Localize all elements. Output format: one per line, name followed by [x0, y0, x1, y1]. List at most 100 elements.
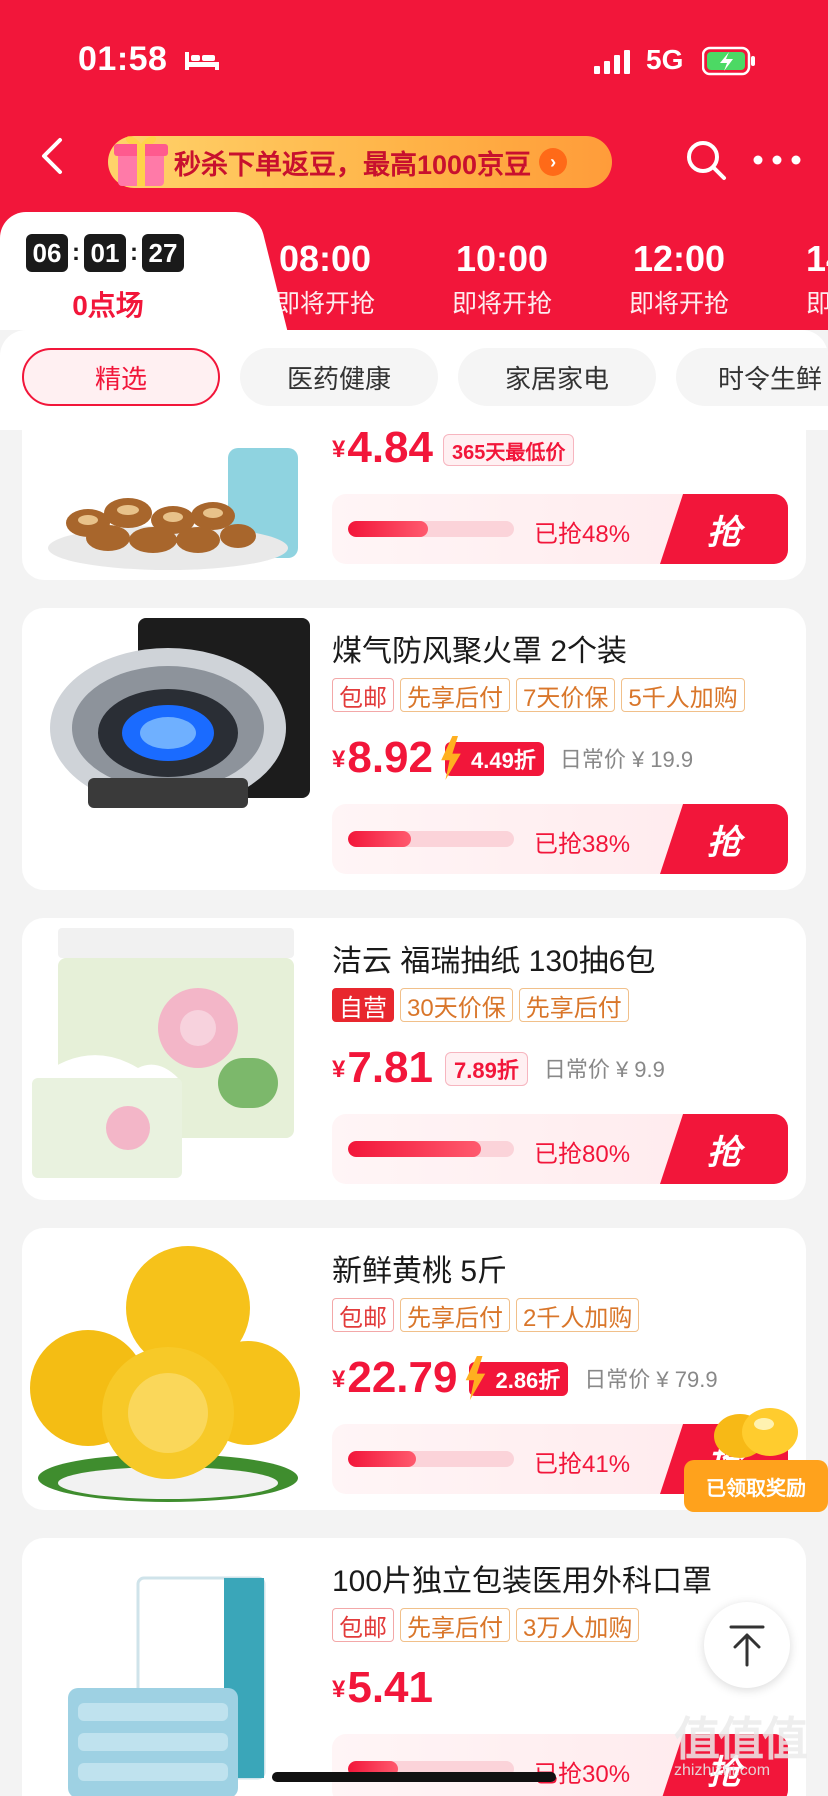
- grab-button[interactable]: 抢: [660, 494, 788, 564]
- back-icon[interactable]: [36, 136, 68, 176]
- progress-fill: [348, 1141, 481, 1157]
- sold-percent: 已抢38%: [534, 831, 631, 858]
- currency-symbol: ¥: [332, 1366, 346, 1393]
- session-status: 即将开抢: [451, 290, 552, 318]
- product-image-broad-beans: [48, 448, 298, 570]
- tag-free-shipping: 包邮: [332, 1298, 394, 1332]
- session-time: 08:00: [278, 238, 372, 279]
- product-tags: 包邮 先享后付 2千人加购: [332, 1298, 640, 1332]
- tag-price-protect: 30天价保: [400, 988, 513, 1022]
- product-list: ¥ 4.84 365天最低价 已抢48% 抢 煤气防风聚火罩 2个装 包邮 先享…: [0, 430, 828, 1796]
- category-chip-fresh[interactable]: 时令生鲜: [676, 348, 828, 406]
- product-image-gas-windshield: [50, 618, 310, 808]
- sales-progress: 已抢80% 抢: [332, 1114, 788, 1184]
- tab-session-1200[interactable]: 12:00 即将开抢: [604, 238, 754, 320]
- progress-track: [348, 1451, 514, 1467]
- category-chip-health[interactable]: 医药健康: [240, 348, 438, 406]
- tag-pay-later: 先享后付: [518, 988, 629, 1022]
- flash-price: 5.41: [347, 1663, 433, 1712]
- product-card[interactable]: ¥ 4.84 365天最低价 已抢48% 抢: [22, 430, 806, 580]
- currency-symbol: ¥: [332, 436, 346, 463]
- promo-text: 秒杀下单返豆，最高1000京豆: [174, 149, 532, 180]
- tag-pay-later: 先享后付: [400, 1298, 510, 1332]
- currency-symbol: ¥: [332, 1676, 346, 1703]
- session-time: 10:00: [455, 238, 549, 279]
- category-chip-home[interactable]: 家居家电: [458, 348, 656, 406]
- gift-icon: [114, 136, 168, 186]
- chevron-right-icon: ›: [539, 148, 568, 176]
- watermark-logo: 值值值: [674, 1713, 808, 1765]
- promo-banner[interactable]: 秒杀下单返豆，最高1000京豆 ›: [108, 136, 612, 188]
- countdown-separator: :: [130, 239, 138, 266]
- product-card[interactable]: 煤气防风聚火罩 2个装 包邮 先享后付 7天价保 5千人加购 ¥ 8.92 4.…: [22, 608, 806, 890]
- discount-badge: 4.49折: [445, 742, 544, 776]
- gold-beans-icon: [714, 1408, 798, 1458]
- countdown-minutes: 01: [84, 234, 126, 272]
- battery-charging-icon: [702, 46, 755, 76]
- sales-progress: 已抢38% 抢: [332, 804, 788, 874]
- session-status: 即将开抢: [274, 290, 375, 318]
- product-title: 煤气防风聚火罩 2个装: [332, 635, 628, 668]
- more-icon[interactable]: [752, 154, 802, 166]
- tab-session-1400[interactable]: 14 即: [806, 238, 828, 320]
- back-to-top-button[interactable]: [704, 1602, 790, 1688]
- tag-pay-later: 先享后付: [400, 1608, 510, 1642]
- network-label: 5G: [646, 44, 684, 75]
- countdown-timer: 06 : 01 : 27: [26, 234, 184, 272]
- status-time: 01:58: [78, 40, 168, 78]
- signal-icon: [594, 50, 630, 74]
- tag-free-shipping: 包邮: [332, 678, 394, 712]
- grab-button[interactable]: 抢: [660, 804, 788, 874]
- sleep-mode-icon: [185, 52, 219, 70]
- progress-fill: [348, 1451, 417, 1467]
- progress-fill: [348, 521, 428, 537]
- tag-cart-count: 3万人加购: [516, 1608, 640, 1642]
- tab-session-0800[interactable]: 08:00 即将开抢: [250, 238, 400, 320]
- lowest-price-badge: 365天最低价: [443, 434, 575, 466]
- session-time: 14: [806, 238, 828, 279]
- countdown-separator: :: [72, 239, 80, 266]
- product-title: 新鲜黄桃 5斤: [332, 1255, 508, 1288]
- product-tags: 包邮 先享后付 7天价保 5千人加购: [332, 678, 745, 712]
- regular-price: 日常价 ¥ 9.9: [543, 1057, 665, 1082]
- discount-badge: 7.89折: [445, 1052, 528, 1086]
- tag-self-operated: 自营: [332, 988, 394, 1022]
- price-row: ¥ 8.92 4.49折 日常价 ¥ 19.9: [332, 736, 693, 780]
- category-chip-featured[interactable]: 精选: [22, 348, 220, 406]
- product-title: 100片独立包装医用外科口罩: [332, 1565, 713, 1598]
- progress-fill: [348, 831, 412, 847]
- tab-session-1000[interactable]: 10:00 即将开抢: [427, 238, 577, 320]
- discount-badge: 2.86折: [469, 1362, 569, 1396]
- product-card[interactable]: 洁云 福瑞抽纸 130抽6包 自营 30天价保 先享后付 ¥ 7.81 7.89…: [22, 918, 806, 1200]
- sold-percent: 已抢80%: [534, 1141, 631, 1168]
- regular-price: 日常价 ¥ 79.9: [584, 1367, 718, 1392]
- price-row: ¥ 5.41: [332, 1666, 433, 1710]
- watermark: 值值值 zhizhizhi.com: [674, 1716, 824, 1788]
- grab-button[interactable]: 抢: [660, 1114, 788, 1184]
- product-tags: 自营 30天价保 先享后付: [332, 988, 629, 1022]
- sold-percent: 已抢48%: [534, 521, 631, 548]
- flash-price: 22.79: [347, 1353, 458, 1402]
- price-row: ¥ 22.79 2.86折 日常价 ¥ 79.9: [332, 1356, 718, 1400]
- time-tabs: 06 : 01 : 27 0点场 08:00 即将开抢 10:00 即将开抢 1…: [0, 206, 828, 330]
- product-title: 洁云 福瑞抽纸 130抽6包: [332, 945, 656, 978]
- product-tags: 包邮 先享后付 3万人加购: [332, 1608, 640, 1642]
- session-status: 即: [806, 290, 828, 318]
- regular-price: 日常价 ¥ 19.9: [559, 747, 694, 772]
- progress-track: [348, 1141, 514, 1157]
- product-image-tissue-pack: [32, 928, 294, 1178]
- nav-bar: 秒杀下单返豆，最高1000京豆 ›: [0, 120, 828, 200]
- currency-symbol: ¥: [332, 1056, 346, 1083]
- countdown-seconds: 27: [142, 234, 184, 272]
- flash-price: 4.84: [347, 430, 433, 472]
- currency-symbol: ¥: [332, 746, 346, 773]
- category-tabs: 精选 医药健康 家居家电 时令生鲜: [0, 330, 828, 430]
- tag-cart-count: 5千人加购: [621, 678, 745, 712]
- price-row: ¥ 4.84 365天最低价: [332, 430, 575, 472]
- sold-percent: 已抢41%: [534, 1451, 631, 1478]
- reward-label: 已领取奖励: [684, 1460, 828, 1512]
- price-row: ¥ 7.81 7.89折 日常价 ¥ 9.9: [332, 1046, 665, 1090]
- search-icon[interactable]: [684, 138, 728, 182]
- reward-float-button[interactable]: 已领取奖励: [684, 1396, 828, 1526]
- countdown-hours: 06: [26, 234, 68, 272]
